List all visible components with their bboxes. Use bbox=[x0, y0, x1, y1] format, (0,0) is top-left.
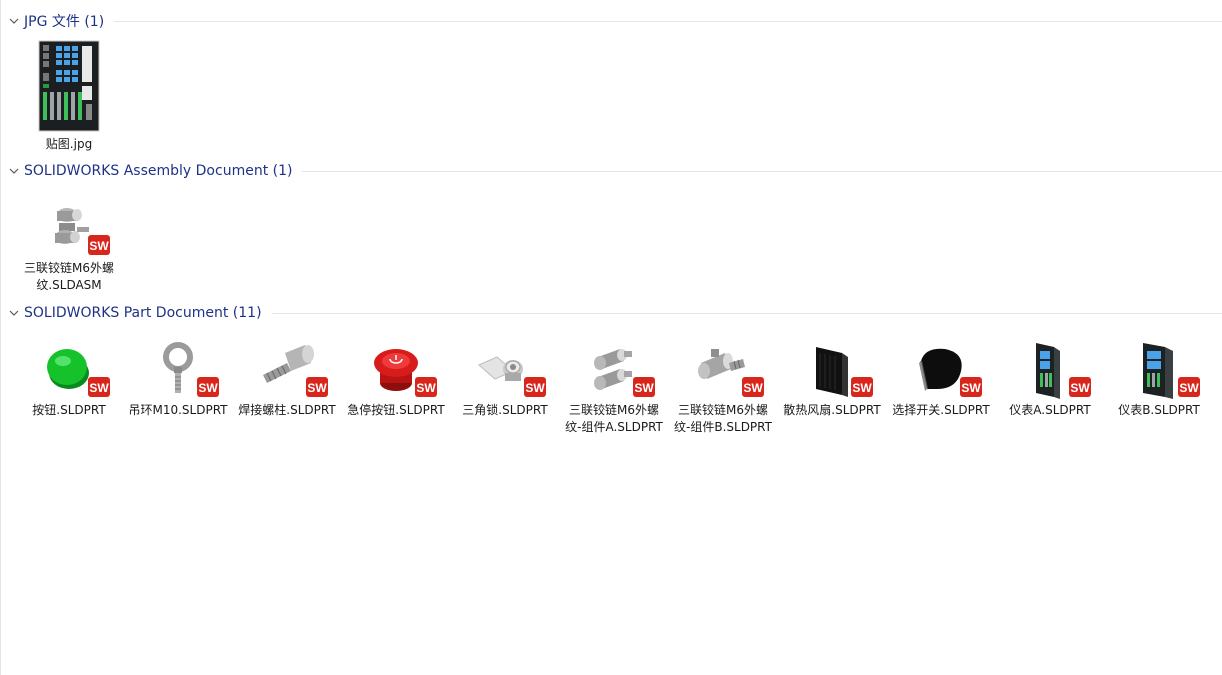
file-item[interactable]: SW 仪表B.SLDPRT bbox=[1107, 336, 1211, 419]
file-item[interactable]: 贴图.jpg bbox=[17, 36, 121, 153]
chevron-down-icon[interactable] bbox=[7, 14, 21, 28]
file-name: 贴图.jpg bbox=[45, 137, 93, 151]
file-name: 急停按钮.SLDPRT bbox=[347, 403, 445, 417]
file-name: 按钮.SLDPRT bbox=[32, 403, 106, 417]
group-divider bbox=[302, 170, 1222, 172]
file-name: 散热风扇.SLDPRT bbox=[783, 403, 881, 417]
file-name: 仪表A.SLDPRT bbox=[1009, 403, 1091, 417]
file-name: 三联铰链M6外螺纹.SLDASM bbox=[24, 261, 114, 292]
file-name: 三角锁.SLDPRT bbox=[462, 403, 548, 417]
file-thumbnail: SW bbox=[1002, 336, 1098, 402]
file-thumbnail: SW bbox=[784, 336, 880, 402]
chevron-down-icon[interactable] bbox=[7, 164, 21, 178]
solidworks-badge-icon: SW bbox=[960, 377, 982, 397]
svg-text:SW: SW bbox=[743, 381, 763, 395]
svg-text:SW: SW bbox=[525, 381, 545, 395]
file-name: 焊接螺柱.SLDPRT bbox=[238, 403, 336, 417]
file-thumbnail: SW bbox=[1111, 336, 1207, 402]
file-item[interactable]: SW 焊接螺柱.SLDPRT bbox=[235, 336, 339, 419]
svg-text:SW: SW bbox=[852, 381, 872, 395]
file-name: 吊环M10.SLDPRT bbox=[128, 403, 228, 417]
solidworks-badge-icon: SW bbox=[1178, 377, 1200, 397]
svg-text:SW: SW bbox=[307, 381, 327, 395]
file-thumbnail: SW bbox=[566, 336, 662, 402]
file-name: 仪表B.SLDPRT bbox=[1118, 403, 1200, 417]
group-divider bbox=[114, 20, 1222, 22]
file-thumbnail bbox=[21, 36, 117, 136]
svg-text:SW: SW bbox=[89, 381, 109, 395]
chevron-down-icon[interactable] bbox=[7, 306, 21, 320]
solidworks-badge-icon: SW bbox=[415, 377, 437, 397]
file-thumbnail: SW bbox=[21, 194, 117, 260]
svg-text:SW: SW bbox=[1179, 381, 1199, 395]
svg-text:SW: SW bbox=[198, 381, 218, 395]
file-item[interactable]: SW 急停按钮.SLDPRT bbox=[344, 336, 448, 419]
group-header-assembly[interactable]: SOLIDWORKS Assembly Document (1) bbox=[7, 161, 1222, 181]
file-name: 三联铰链M6外螺纹-组件B.SLDPRT bbox=[674, 403, 772, 434]
file-thumbnail: SW bbox=[893, 336, 989, 402]
file-item[interactable]: SW 散热风扇.SLDPRT bbox=[780, 336, 884, 419]
file-item[interactable]: SW 按钮.SLDPRT bbox=[17, 336, 121, 419]
solidworks-badge-icon: SW bbox=[851, 377, 873, 397]
svg-text:SW: SW bbox=[1070, 381, 1090, 395]
group-title: JPG 文件 (1) bbox=[24, 14, 105, 30]
solidworks-badge-icon: SW bbox=[524, 377, 546, 397]
solidworks-badge-icon: SW bbox=[306, 377, 328, 397]
svg-text:SW: SW bbox=[89, 239, 109, 253]
solidworks-badge-icon: SW bbox=[633, 377, 655, 397]
group-title: SOLIDWORKS Part Document (11) bbox=[24, 305, 262, 321]
file-thumbnail: SW bbox=[457, 336, 553, 402]
file-name: 三联铰链M6外螺纹-组件A.SLDPRT bbox=[565, 403, 663, 434]
svg-text:SW: SW bbox=[961, 381, 981, 395]
group-divider bbox=[271, 312, 1222, 314]
file-thumbnail: SW bbox=[239, 336, 335, 402]
file-item[interactable]: SW 三联铰链M6外螺纹-组件A.SLDPRT bbox=[562, 336, 666, 436]
file-item[interactable]: SW 三联铰链M6外螺纹-组件B.SLDPRT bbox=[671, 336, 775, 436]
solidworks-badge-icon: SW bbox=[197, 377, 219, 397]
file-item[interactable]: SW 吊环M10.SLDPRT bbox=[126, 336, 230, 419]
file-item[interactable]: SW 仪表A.SLDPRT bbox=[998, 336, 1102, 419]
file-thumbnail: SW bbox=[675, 336, 771, 402]
group-title: SOLIDWORKS Assembly Document (1) bbox=[24, 163, 293, 179]
file-item[interactable]: SW 选择开关.SLDPRT bbox=[889, 336, 993, 419]
svg-text:SW: SW bbox=[416, 381, 436, 395]
file-name: 选择开关.SLDPRT bbox=[892, 403, 990, 417]
group-header-part[interactable]: SOLIDWORKS Part Document (11) bbox=[7, 303, 1222, 323]
solidworks-badge-icon: SW bbox=[742, 377, 764, 397]
group-header-jpg[interactable]: JPG 文件 (1) bbox=[7, 11, 1222, 31]
file-thumbnail: SW bbox=[21, 336, 117, 402]
solidworks-badge-icon: SW bbox=[1069, 377, 1091, 397]
svg-text:SW: SW bbox=[634, 381, 654, 395]
file-explorer-view: JPG 文件 (1) 贴图.jpg SOLIDWORKS Assembly Do… bbox=[0, 0, 1222, 675]
solidworks-badge-icon: SW bbox=[88, 235, 110, 255]
solidworks-badge-icon: SW bbox=[88, 377, 110, 397]
file-item[interactable]: SW 三联铰链M6外螺纹.SLDASM bbox=[17, 194, 121, 294]
file-item[interactable]: SW 三角锁.SLDPRT bbox=[453, 336, 557, 419]
control-panel-image-icon bbox=[38, 40, 100, 132]
file-thumbnail: SW bbox=[348, 336, 444, 402]
file-thumbnail: SW bbox=[130, 336, 226, 402]
